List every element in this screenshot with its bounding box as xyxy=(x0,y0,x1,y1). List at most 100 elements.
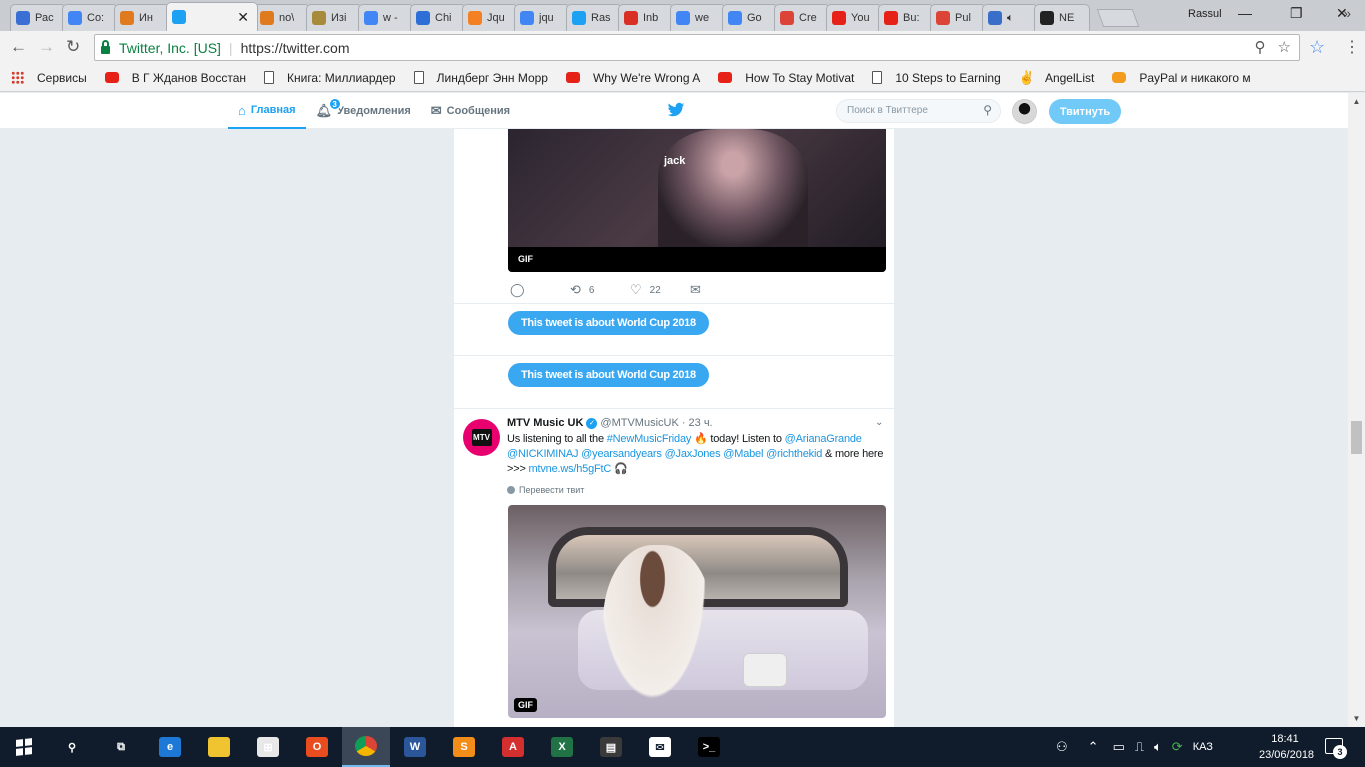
scroll-thumb[interactable] xyxy=(1351,421,1362,454)
tweet-link[interactable]: @JaxJones xyxy=(665,448,721,460)
taskbar-app-acrobat[interactable]: A xyxy=(489,727,537,767)
tweet-link[interactable]: @richthekid xyxy=(766,448,822,460)
tweet-time[interactable]: · 23 ч. xyxy=(682,417,713,429)
browser-tab[interactable]: no\ xyxy=(254,4,310,31)
taskbar-app-excel[interactable]: X xyxy=(538,727,586,767)
scroll-up-icon[interactable]: ▲ xyxy=(1348,93,1365,110)
tweet-link[interactable]: mtvne.ws/h5gFtC xyxy=(529,463,612,475)
minimize-icon[interactable]: — xyxy=(1238,5,1252,21)
translate-tweet[interactable]: Перевести твит xyxy=(507,485,584,495)
gif-media-top[interactable]: jack GIF xyxy=(508,129,886,272)
tweet-button[interactable]: Твитнуть xyxy=(1049,99,1121,124)
volume-icon[interactable]: 🔈︎ xyxy=(1154,739,1162,755)
restore-icon[interactable]: ❐ xyxy=(1290,5,1303,22)
taskbar-app-store[interactable]: ⊞ xyxy=(244,727,292,767)
tweet-link[interactable]: @yearsandyears xyxy=(581,448,662,460)
lock-icon[interactable] xyxy=(101,39,110,54)
taskbar-app-search[interactable]: ⚲ xyxy=(48,727,96,767)
bookmarks-overflow-icon[interactable]: » xyxy=(1343,5,1351,21)
bookmark-item[interactable]: ✌ AngelList xyxy=(1019,70,1095,86)
bookmark-item[interactable]: 10 Steps to Earning xyxy=(872,71,1001,85)
zoom-icon[interactable]: ⚲ xyxy=(1255,38,1266,56)
bookmark-item[interactable]: How To Stay Motivat xyxy=(718,71,854,85)
address-bar[interactable]: Twitter, Inc. [US] | https://twitter.com… xyxy=(94,34,1300,61)
new-tab-button[interactable] xyxy=(1096,9,1140,27)
taskbar-app-word[interactable]: W xyxy=(391,727,439,767)
topic-pill[interactable]: This tweet is about World Cup 2018 xyxy=(508,363,709,387)
topic-pill[interactable]: This tweet is about World Cup 2018 xyxy=(508,311,709,335)
chevron-down-icon[interactable]: ⌄ xyxy=(875,417,883,428)
browser-tab[interactable]: w - xyxy=(358,4,414,31)
taskbar-app-video[interactable]: ▤ xyxy=(587,727,635,767)
chevron-up-icon[interactable]: ⌃ xyxy=(1088,739,1099,755)
bookmark-item[interactable]: Сервисы xyxy=(11,71,87,85)
forward-icon[interactable]: → xyxy=(38,37,55,57)
url-text[interactable]: https://twitter.com xyxy=(241,40,350,56)
taskbar-app-edge[interactable]: e xyxy=(146,727,194,767)
user-avatar[interactable] xyxy=(1012,99,1037,124)
browser-tab[interactable]: Co: xyxy=(62,4,118,31)
twitter-bird-icon[interactable] xyxy=(667,101,685,119)
browser-tab[interactable]: Bu: xyxy=(878,4,934,31)
scroll-down-icon[interactable]: ▼ xyxy=(1348,710,1365,727)
start-button[interactable] xyxy=(0,727,48,767)
browser-tab[interactable]: ✕ xyxy=(166,2,258,31)
site-identity[interactable]: Twitter, Inc. [US] xyxy=(119,40,221,56)
tweet-link[interactable]: @NICKIMINAJ xyxy=(507,448,579,460)
tweet-author-handle[interactable]: @MTVMusicUK xyxy=(600,417,678,429)
page-scrollbar[interactable]: ▲ ▼ xyxy=(1348,93,1365,727)
clock[interactable]: 18:41 23/06/2018 xyxy=(1259,731,1314,763)
browser-tab[interactable]: we xyxy=(670,4,726,31)
browser-tab[interactable]: Go xyxy=(722,4,778,31)
browser-tab[interactable]: Inb xyxy=(618,4,674,31)
browser-tab[interactable]: NE xyxy=(1034,4,1090,31)
taskbar-app-file-explorer[interactable] xyxy=(195,727,243,767)
bookmark-item[interactable]: Книга: Миллиардер xyxy=(264,71,396,85)
language-indicator[interactable]: КАЗ xyxy=(1193,741,1213,753)
like-action[interactable]: ♡ 22 xyxy=(630,282,690,298)
browser-tab[interactable]: You xyxy=(826,4,882,31)
reload-icon[interactable]: ↻ xyxy=(66,37,80,57)
bookmark-item[interactable]: В Г Жданов Восстан xyxy=(104,71,246,85)
browser-tab[interactable]: Ras xyxy=(566,4,622,31)
bookmark-item[interactable]: Why We're Wrong A xyxy=(565,71,700,85)
nav-notifications[interactable]: 🔔︎ 3 Уведомления xyxy=(306,93,421,129)
browser-tab[interactable]: 🔈︎ xyxy=(982,4,1038,31)
extension-icon[interactable]: ☆ xyxy=(1309,37,1325,58)
audio-playing-icon[interactable]: 🔈︎ xyxy=(1007,12,1014,25)
reply-action[interactable]: ◯ xyxy=(510,282,570,298)
search-icon[interactable]: ⚲ xyxy=(983,103,992,117)
taskbar-app-chrome[interactable] xyxy=(342,727,390,767)
bookmark-item[interactable]: Линдберг Энн Морр xyxy=(413,71,548,85)
tweet-link[interactable]: @Mabel xyxy=(723,448,763,460)
chrome-menu-icon[interactable]: ⋮ xyxy=(1344,37,1360,57)
browser-tab[interactable]: jqu xyxy=(514,4,570,31)
taskbar-app-task-view[interactable]: ⧉ xyxy=(97,727,145,767)
taskbar-app-office[interactable]: O xyxy=(293,727,341,767)
browser-tab[interactable]: Jqu xyxy=(462,4,518,31)
retweet-action[interactable]: ⟲ 6 xyxy=(570,282,630,298)
taskbar-app-mail[interactable]: ✉ xyxy=(636,727,684,767)
bookmark-item[interactable]: PayPal и никакого м xyxy=(1112,71,1251,85)
tweet-link[interactable]: @ArianaGrande xyxy=(785,433,862,445)
browser-tab[interactable]: Pul xyxy=(930,4,986,31)
tweet-author-name[interactable]: MTV Music UK xyxy=(507,417,583,429)
people-icon[interactable]: ⚇ xyxy=(1056,739,1068,755)
battery-icon[interactable]: ▭ xyxy=(1113,739,1125,755)
bookmark-star-icon[interactable]: ☆ xyxy=(1278,38,1291,56)
tweet-link[interactable]: #NewMusicFriday xyxy=(607,433,692,445)
taskbar-app-sublime[interactable]: S xyxy=(440,727,488,767)
nav-messages[interactable]: ✉ Сообщения xyxy=(421,93,520,129)
close-tab-icon[interactable]: ✕ xyxy=(237,9,249,26)
taskbar-app-terminal[interactable]: >_ xyxy=(685,727,733,767)
tweet-avatar[interactable]: MTV xyxy=(463,419,500,456)
browser-tab[interactable]: Chi xyxy=(410,4,466,31)
dm-action[interactable]: ✉ xyxy=(690,282,750,298)
twitter-search-input[interactable]: Поиск в Твиттере ⚲ xyxy=(836,99,1001,123)
gif-media-bottom[interactable]: GIF xyxy=(508,505,886,718)
sync-icon[interactable]: ⟳ xyxy=(1172,739,1183,755)
network-icon[interactable]: ⎍ xyxy=(1135,739,1144,755)
nav-home[interactable]: ⌂ Главная xyxy=(228,93,306,129)
browser-tab[interactable]: Ин xyxy=(114,4,170,31)
browser-tab[interactable]: Рас xyxy=(10,4,66,31)
